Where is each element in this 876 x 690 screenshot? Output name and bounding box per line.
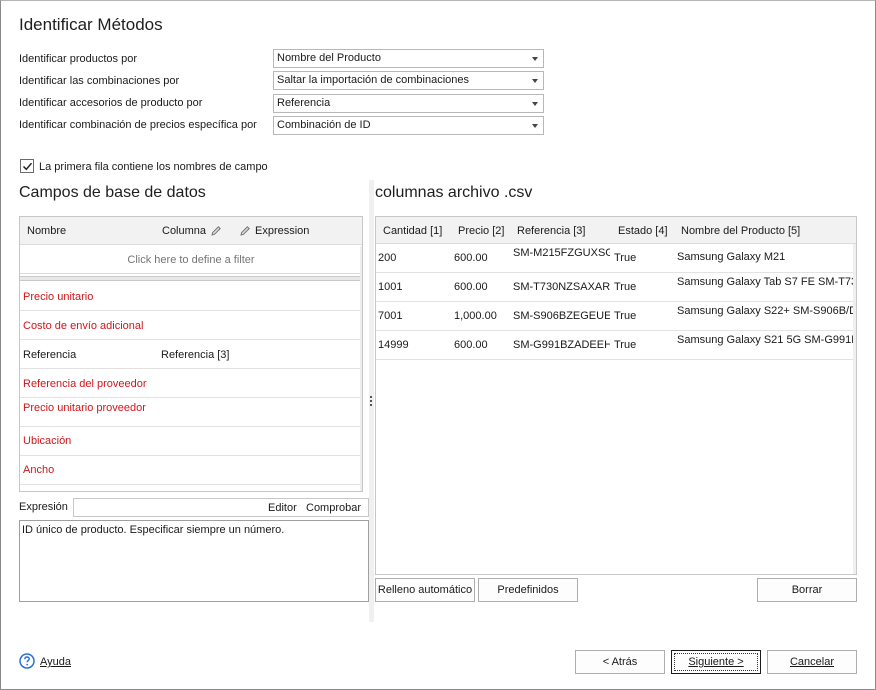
identify-specific-price-label: Identificar combinación de precios espec…	[19, 119, 257, 131]
field-column[interactable]: Referencia [3]	[161, 349, 229, 361]
header-row-checkbox-label: La primera fila contiene los nombres de …	[39, 161, 268, 173]
cell-nombre: Samsung Galaxy M21	[677, 251, 786, 263]
field-name: Precio unitario	[23, 291, 94, 303]
page-title: Identificar Métodos	[19, 15, 163, 34]
field-name: Ancho	[23, 464, 55, 476]
db-fields-title: Campos de base de datos	[19, 184, 206, 201]
identify-combinations-value: Saltar la importación de combinaciones	[277, 74, 469, 86]
table-row[interactable]: 1001 600.00 SM-T730NZSAXAR True Samsung …	[376, 273, 856, 302]
csv-header-estado[interactable]: Estado [4]	[618, 225, 668, 237]
cancel-button-label: Cancelar	[789, 656, 835, 668]
predefined-button[interactable]: Predefinidos	[478, 578, 578, 602]
check-icon	[22, 162, 33, 171]
cell-precio: 600.00	[454, 281, 488, 293]
table-row[interactable]: Precio unitario proveedor	[20, 398, 362, 427]
clear-button[interactable]: Borrar	[757, 578, 857, 602]
chevron-down-icon[interactable]	[532, 79, 538, 83]
expression-input[interactable]: Editor Comprobar	[73, 498, 369, 517]
identify-combinations-select[interactable]: Saltar la importación de combinaciones	[273, 71, 544, 90]
vertical-scrollbar[interactable]	[360, 246, 362, 491]
table-row[interactable]: Costo de envío adicional	[20, 311, 362, 340]
identify-products-select[interactable]: Nombre del Producto	[273, 49, 544, 68]
cell-precio: 1,000.00	[454, 310, 497, 322]
table-row[interactable]: 7001 1,000.00 SM-S906BZEGEUE True Samsun…	[376, 302, 856, 331]
cell-estado: True	[614, 339, 637, 351]
header-nombre[interactable]: Nombre	[27, 225, 66, 237]
db-fields-header: Nombre Columna Expression	[20, 217, 362, 245]
vertical-scrollbar[interactable]	[853, 244, 856, 574]
field-description: ID único de producto. Especificar siempr…	[19, 520, 369, 602]
grid-separator	[20, 276, 362, 281]
splitter-grip-icon[interactable]	[370, 396, 373, 408]
header-row-checkbox[interactable]	[20, 159, 34, 173]
cell-cantidad: 1001	[378, 281, 403, 293]
identify-products-value: Nombre del Producto	[277, 52, 381, 64]
csv-header-cantidad[interactable]: Cantidad [1]	[383, 225, 442, 237]
table-row[interactable]: Referencia del proveedor	[20, 369, 362, 398]
csv-header-referencia[interactable]: Referencia [3]	[517, 225, 585, 237]
csv-header-precio[interactable]: Precio [2]	[458, 225, 504, 237]
cell-estado: True	[614, 310, 637, 322]
cell-precio: 600.00	[454, 339, 488, 351]
identify-accessories-value: Referencia	[277, 97, 331, 109]
csv-header: Cantidad [1] Precio [2] Referencia [3] E…	[376, 217, 856, 244]
cell-cantidad: 200	[378, 252, 397, 264]
cell-estado: True	[614, 252, 637, 264]
chevron-down-icon[interactable]	[532, 102, 538, 106]
table-row[interactable]: 14999 600.00 SM-G991BZADEEH True Samsung…	[376, 331, 856, 360]
identify-specific-price-select[interactable]: Combinación de ID	[273, 116, 544, 135]
pencil-icon[interactable]	[210, 225, 222, 237]
table-row[interactable]: Ancho	[20, 456, 362, 485]
identify-combinations-label: Identificar las combinaciones por	[19, 75, 180, 87]
chevron-down-icon[interactable]	[532, 57, 538, 61]
cell-referencia: SM-G991BZADEEH	[513, 339, 610, 351]
cell-nombre: Samsung Galaxy S22+ SM-S906B/DS	[677, 305, 855, 317]
identify-products-label: Identificar productos por	[19, 53, 138, 65]
csv-preview-grid: Cantidad [1] Precio [2] Referencia [3] E…	[375, 216, 857, 575]
cell-precio: 600.00	[454, 252, 488, 264]
field-name: Ubicación	[23, 435, 72, 447]
table-row[interactable]: Ubicación	[20, 427, 362, 456]
table-row[interactable]: Referencia Referencia [3]	[20, 340, 362, 369]
chevron-down-icon[interactable]	[532, 124, 538, 128]
focus-ring	[674, 653, 758, 671]
cell-referencia: SM-M215FZGUXSG	[513, 247, 610, 259]
header-expression[interactable]: Expression	[255, 225, 309, 237]
back-button[interactable]: < Atrás	[575, 650, 665, 674]
cancel-button[interactable]: Cancelar	[767, 650, 857, 674]
db-fields-grid: Nombre Columna Expression Click here to …	[19, 216, 363, 492]
cell-nombre: Samsung Galaxy S21 5G SM-G991B	[677, 334, 855, 346]
table-row[interactable]: Precio unitario	[20, 282, 362, 311]
filter-row[interactable]: Click here to define a filter	[20, 246, 362, 274]
editor-button[interactable]: Editor	[268, 502, 297, 514]
header-columna[interactable]: Columna	[162, 225, 208, 237]
help-link[interactable]: Ayuda	[40, 656, 71, 668]
pencil-icon[interactable]	[239, 225, 251, 237]
cell-nombre: Samsung Galaxy Tab S7 FE SM-T730	[677, 276, 855, 288]
csv-header-nombre[interactable]: Nombre del Producto [5]	[681, 225, 800, 237]
back-button-label: < Atrás	[602, 656, 638, 668]
cell-cantidad: 7001	[378, 310, 403, 322]
table-row[interactable]: 200 600.00 SM-M215FZGUXSG True Samsung G…	[376, 244, 856, 273]
cell-estado: True	[614, 281, 637, 293]
check-expression-button[interactable]: Comprobar	[306, 502, 361, 514]
identify-accessories-select[interactable]: Referencia	[273, 94, 544, 113]
field-name: Referencia del proveedor	[23, 378, 147, 390]
help-icon[interactable]	[19, 653, 35, 669]
field-name: Costo de envío adicional	[23, 320, 144, 332]
cell-cantidad: 14999	[378, 339, 409, 351]
identify-specific-price-value: Combinación de ID	[277, 119, 371, 131]
field-name: Referencia	[23, 349, 77, 361]
cell-referencia: SM-T730NZSAXAR	[513, 281, 610, 293]
identify-accessories-label: Identificar accesorios de producto por	[19, 97, 203, 109]
expression-label: Expresión	[19, 501, 68, 513]
autofill-button[interactable]: Relleno automático	[375, 578, 475, 602]
field-name: Precio unitario proveedor	[23, 402, 146, 414]
next-button[interactable]: Siguiente >	[671, 650, 761, 674]
cell-referencia: SM-S906BZEGEUE	[513, 310, 610, 322]
csv-columns-title: columnas archivo .csv	[375, 184, 533, 201]
